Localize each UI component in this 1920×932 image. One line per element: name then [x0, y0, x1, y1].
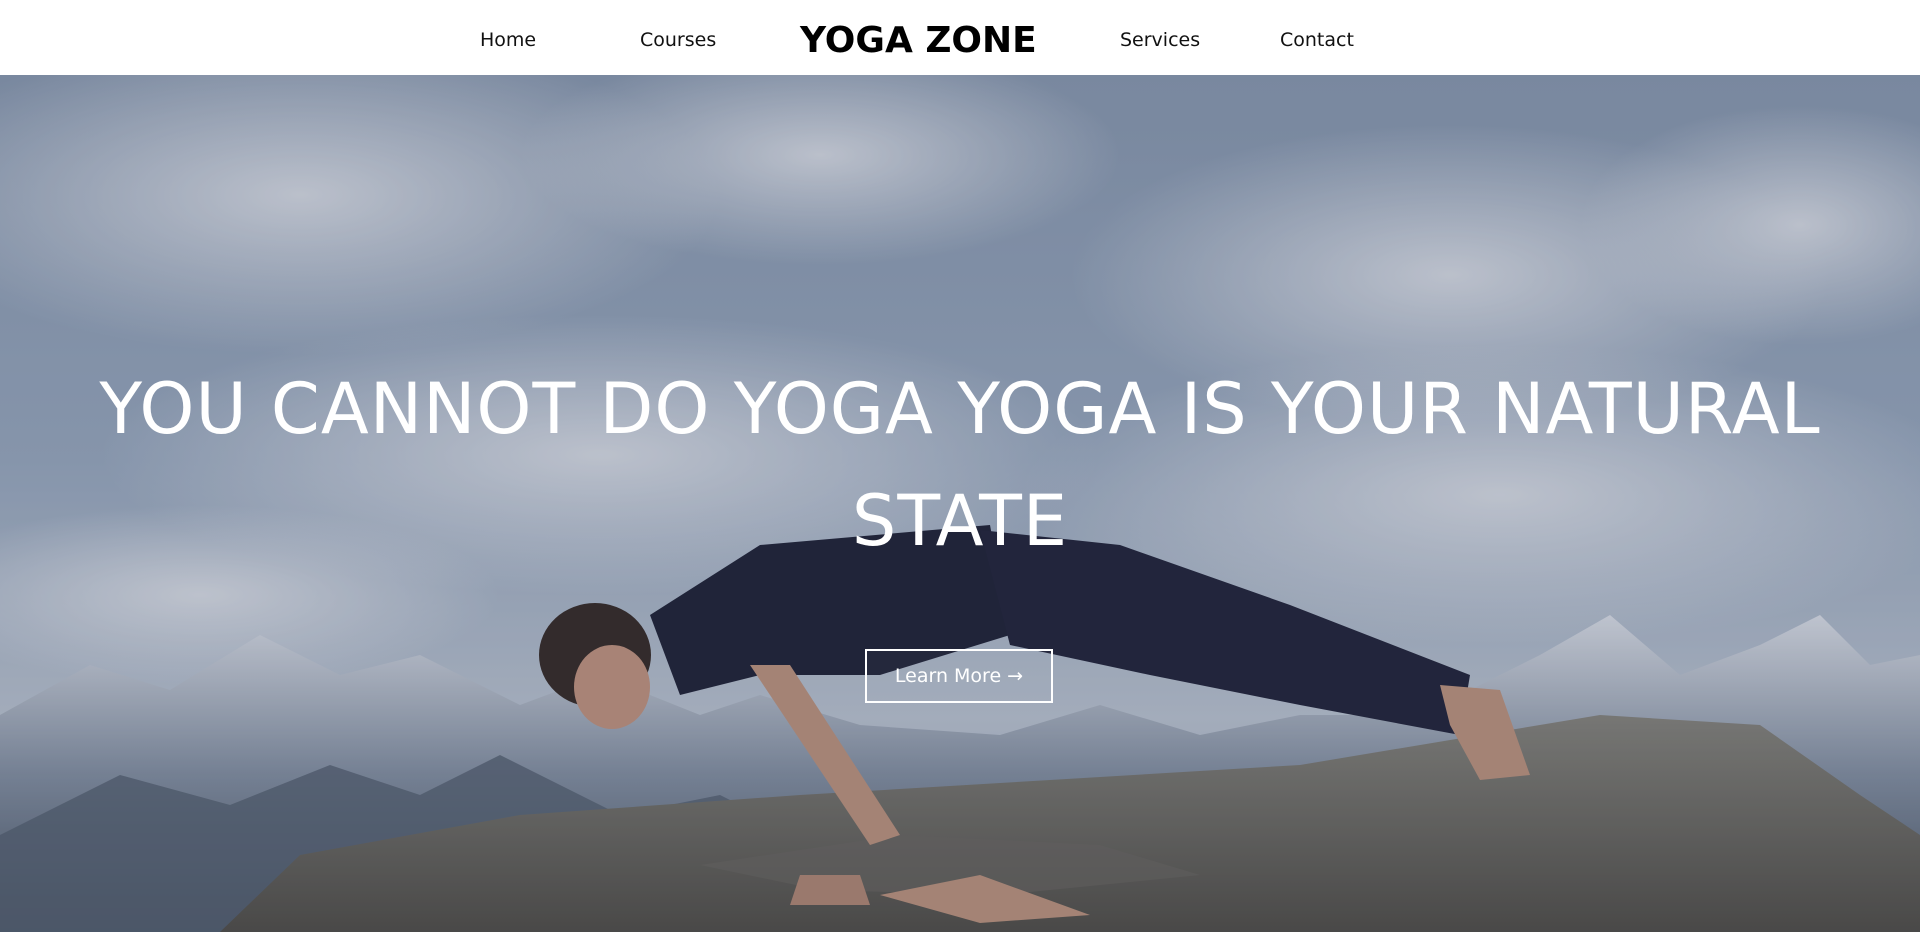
brand-logo[interactable]: YOGA ZONE	[800, 0, 1037, 82]
learn-more-button[interactable]: Learn More →	[865, 649, 1053, 703]
nav-link-services[interactable]: Services	[1120, 0, 1200, 80]
nav-link-home[interactable]: Home	[480, 0, 536, 80]
hero-section: YOU CANNOT DO YOGA YOGA IS YOUR NATURAL …	[0, 75, 1920, 932]
top-navbar: Home Courses YOGA ZONE Services Contact	[0, 0, 1920, 75]
nav-link-contact[interactable]: Contact	[1280, 0, 1354, 80]
nav-link-courses[interactable]: Courses	[640, 0, 716, 80]
hero-headline: YOU CANNOT DO YOGA YOGA IS YOUR NATURAL …	[99, 368, 1821, 562]
